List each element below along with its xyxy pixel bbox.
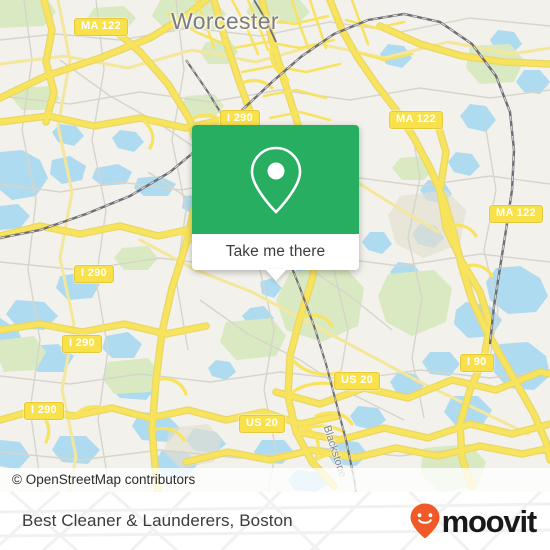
route-shield: MA 122 (489, 205, 543, 223)
place-name: Best Cleaner & Launderers, Boston (22, 511, 293, 530)
map-canvas[interactable]: Worcester MA 122 I 290 MA 122 MA 122 I 2… (0, 0, 550, 492)
moovit-logo[interactable]: moovit (410, 503, 538, 539)
moovit-place-card-screenshot: Worcester MA 122 I 290 MA 122 MA 122 I 2… (0, 0, 550, 550)
card-pointer-tail (264, 269, 287, 281)
route-shield: MA 122 (389, 111, 443, 129)
map-attribution[interactable]: © OpenStreetMap contributors (0, 468, 550, 492)
route-shield: MA 122 (74, 18, 128, 36)
map-pin-icon (250, 146, 301, 214)
moovit-smiley-pin-icon (410, 503, 440, 539)
route-shield: I 290 (74, 265, 114, 283)
footer-bar: Best Cleaner & Launderers, Boston moovit (0, 492, 550, 550)
city-label-worcester: Worcester (171, 8, 279, 34)
poi-card-header (192, 125, 359, 234)
route-shield: US 20 (334, 372, 381, 390)
route-shield: I 90 (460, 354, 494, 372)
footer-content: Best Cleaner & Launderers, Boston moovit (0, 492, 550, 550)
route-shield: I 290 (62, 335, 102, 353)
route-shield: I 290 (24, 402, 64, 420)
take-me-there-label: Take me there (225, 243, 326, 260)
route-shield: US 20 (239, 415, 286, 433)
moovit-wordmark: moovit (441, 503, 538, 539)
poi-popup-card[interactable]: Take me there (192, 125, 359, 281)
poi-card-action[interactable]: Take me there (192, 234, 359, 281)
